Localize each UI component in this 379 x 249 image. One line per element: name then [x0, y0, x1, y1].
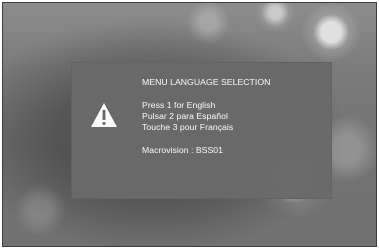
warning-icon [91, 103, 117, 127]
option-french[interactable]: Touche 3 pour Français [142, 122, 270, 133]
tv-screen: MENU LANGUAGE SELECTION Press 1 for Engl… [2, 2, 377, 247]
dialog-text: MENU LANGUAGE SELECTION Press 1 for Engl… [142, 77, 270, 156]
dialog-title: MENU LANGUAGE SELECTION [142, 77, 271, 87]
language-dialog: MENU LANGUAGE SELECTION Press 1 for Engl… [71, 62, 332, 199]
option-spanish[interactable]: Pulsar 2 para Español [142, 111, 270, 122]
option-english[interactable]: Press 1 for English [142, 100, 270, 111]
macrovision-info: Macrovision : BSS01 [142, 145, 224, 155]
